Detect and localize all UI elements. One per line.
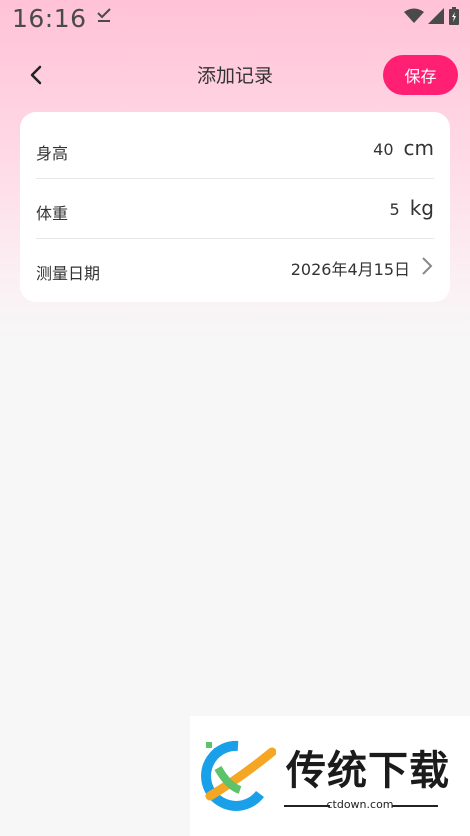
height-unit: cm <box>403 136 434 160</box>
measure-date-row[interactable]: 测量日期 2026年4月15日 <box>36 238 434 298</box>
record-form-card: 身高 40 cm 体重 5 kg 测量日期 2026年4月15日 <box>20 112 450 302</box>
weight-value[interactable]: 5 <box>390 200 400 219</box>
watermark: 传统下载 ctdown.com <box>190 716 470 836</box>
cellular-signal-icon <box>428 8 444 28</box>
height-row[interactable]: 身高 40 cm <box>36 118 434 178</box>
battery-icon <box>448 7 460 29</box>
download-complete-icon <box>96 7 112 27</box>
watermark-title: 传统下载 <box>286 748 450 794</box>
measure-date-label: 测量日期 <box>36 264 101 283</box>
weight-label: 体重 <box>36 204 69 223</box>
chevron-right-icon <box>420 256 434 280</box>
wifi-icon <box>404 8 424 28</box>
weight-row[interactable]: 体重 5 kg <box>36 178 434 238</box>
watermark-logo <box>200 738 277 816</box>
save-button[interactable]: 保存 <box>383 55 458 95</box>
height-value[interactable]: 40 <box>373 140 393 159</box>
divider <box>392 805 438 807</box>
status-time: 16:16 <box>12 4 87 33</box>
height-label: 身高 <box>36 144 69 163</box>
measure-date-value: 2026年4月15日 <box>290 260 410 279</box>
weight-unit: kg <box>409 196 434 220</box>
status-bar: 16:16 <box>0 0 470 36</box>
